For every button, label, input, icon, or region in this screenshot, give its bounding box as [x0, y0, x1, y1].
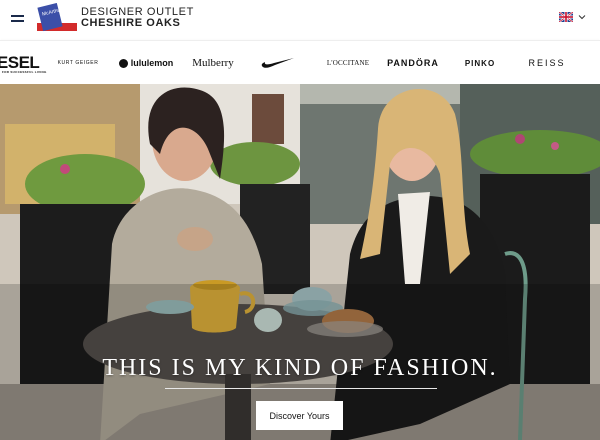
brand-nike[interactable] — [260, 41, 296, 85]
lululemon-logo-icon — [118, 58, 128, 68]
brand-pandora[interactable]: PANDÖRA — [387, 41, 438, 85]
mcarthurglen-logo[interactable]: McArthur Glen — [36, 3, 78, 33]
language-selector[interactable] — [559, 12, 589, 26]
brand-logo-strip: IESEL FOR SUCCESSFUL LIVING KURT GEIGER … — [0, 40, 600, 84]
brand-pinko[interactable]: PINKO — [463, 41, 497, 85]
hamburger-menu-icon[interactable] — [11, 14, 25, 24]
brand-diesel[interactable]: IESEL FOR SUCCESSFUL LIVING — [0, 41, 46, 85]
headline-divider — [165, 388, 437, 389]
brand-diesel-sublabel: FOR SUCCESSFUL LIVING — [2, 70, 47, 74]
brand-reiss[interactable]: REISS — [529, 41, 565, 85]
center-name[interactable]: DESIGNER OUTLET CHESHIRE OAKS — [81, 7, 194, 29]
hero-headline: THIS IS MY KIND OF FASHION. — [102, 355, 498, 381]
chevron-down-icon — [578, 15, 586, 20]
brand-kurt-geiger[interactable]: KURT GEIGER — [56, 41, 100, 85]
brand-lululemon[interactable]: lululemon — [118, 41, 174, 85]
brand-loccitane[interactable]: L'OCCITANE — [327, 41, 369, 85]
brand-mulberry[interactable]: Mulberry — [192, 41, 234, 85]
hero-banner: THIS IS MY KIND OF FASHION. Discover You… — [0, 84, 600, 440]
site-header: McArthur Glen DESIGNER OUTLET CHESHIRE O… — [0, 0, 600, 40]
discover-yours-button[interactable]: Discover Yours — [256, 401, 343, 430]
brand-line2: CHESHIRE OAKS — [81, 17, 181, 29]
uk-flag-icon — [559, 12, 573, 22]
brand-lululemon-label: lululemon — [130, 58, 174, 68]
nike-swoosh-icon — [261, 58, 294, 68]
hero-photo — [0, 84, 600, 440]
